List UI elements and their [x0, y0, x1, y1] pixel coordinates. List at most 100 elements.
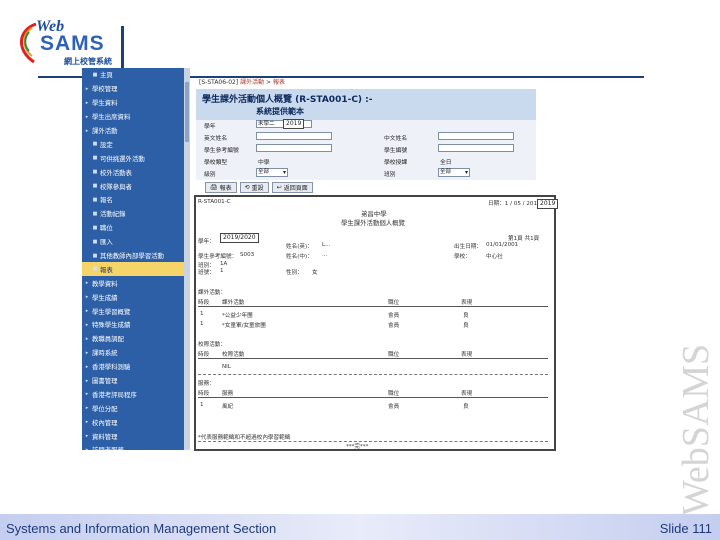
sidebar-item[interactable]: ▸訪問者服務 — [82, 443, 184, 450]
chi-name-input[interactable] — [438, 132, 514, 140]
sec1-row2-performance: 良 — [463, 323, 469, 329]
sidebar-item[interactable]: ▸ 學位分配 — [82, 401, 184, 415]
student-ref-input[interactable] — [256, 144, 332, 152]
sec3-col-period: 時段 — [198, 391, 210, 397]
sec2-col-period: 時段 — [198, 352, 210, 358]
sidebar-item-label: 學位分配 — [92, 404, 118, 413]
sidebar-item-label: 教職員調配 — [92, 335, 124, 344]
sidebar-item[interactable]: ▸ 教學資料 — [82, 276, 184, 290]
sidebar-item-label: 學校管理 — [92, 85, 118, 94]
sidebar-item[interactable]: ■ 校隊參與者 — [82, 179, 184, 193]
sec3-row1-service: 風紀 — [222, 404, 234, 410]
sidebar-item[interactable]: ▸ 特殊學生成績 — [82, 318, 184, 332]
report-footnote: *代表服務範疇和不超過校內學習範疇 — [198, 435, 291, 441]
report-school-name: 弟昌中學 — [361, 210, 387, 218]
sidebar-item-label: 校外活動表 — [100, 168, 132, 177]
sidebar-item[interactable]: ▸ 學生資料 — [82, 96, 184, 110]
year-tag-right: 2019 — [537, 199, 559, 209]
sidebar-item[interactable]: ■ 設定 — [82, 137, 184, 151]
reset-button[interactable]: ⟲ 重設 — [239, 182, 269, 193]
section-interschool-title: 校際活動： — [198, 342, 226, 348]
sidebar-item[interactable]: ▸ 課外活動 — [82, 124, 184, 138]
return-button[interactable]: ↩ 返回頁面 — [271, 182, 313, 193]
breadcrumb-link-activities[interactable]: 課外活動 — [240, 79, 264, 86]
sidebar-item[interactable]: ■ 匯入 — [82, 235, 184, 249]
sec1-col-post: 職位 — [388, 300, 400, 306]
expand-arrow-icon: ▸ — [85, 391, 89, 398]
scrollbar-thumb[interactable] — [185, 82, 189, 142]
sec1-col-activity: 課外活動 — [222, 300, 245, 306]
return-icon: ↩ — [276, 184, 282, 191]
info-label-eng-name: 姓名(英)： — [286, 244, 313, 250]
sidebar-item[interactable]: ■ 活動紀錄 — [82, 207, 184, 221]
sidebar-item[interactable]: ■ 其他教師內部學習活動 — [82, 249, 184, 263]
report-button-label: 報表 — [219, 185, 232, 192]
sidebar-item-label: 學生資料 — [92, 99, 118, 108]
sidebar-item[interactable]: ■ 報名 — [82, 193, 184, 207]
level-select[interactable]: 全部 — [256, 168, 288, 177]
page-subtitle: 系統提供範本 — [256, 107, 304, 116]
eng-name-label: 英文姓名 — [204, 136, 228, 142]
reset-icon: ⟲ — [244, 184, 250, 191]
sidebar-item[interactable]: ■ 職位 — [82, 221, 184, 235]
expand-arrow-icon: ▸ — [85, 377, 89, 384]
sidebar-item[interactable]: ▸ 校內管理 — [82, 415, 184, 429]
sec3-col-service: 服務 — [222, 391, 234, 397]
sidebar-item-label: 設定 — [100, 140, 113, 149]
sidebar-item[interactable]: ▸ 學校管理 — [82, 82, 184, 96]
sidebar-item[interactable]: ▸ 學生出席資料 — [82, 110, 184, 124]
expand-arrow-icon: ▸ — [85, 127, 89, 134]
sidebar-item[interactable]: ▸ 香港學科測驗 — [82, 360, 184, 374]
sec1-row1-performance: 良 — [463, 313, 469, 319]
breadcrumb-link-reports[interactable]: 報表 — [273, 79, 285, 86]
sidebar-item[interactable]: ▸ 教職員調配 — [82, 332, 184, 346]
sec1-row1-activity: *公益少年團 — [222, 313, 253, 319]
sec1-row2-period: 1 — [200, 321, 204, 327]
info-label-classno: 班號： — [198, 270, 215, 276]
bullet-icon: ■ — [92, 183, 98, 190]
breadcrumb-separator: > — [264, 79, 273, 86]
expand-arrow-icon: ▸ — [85, 363, 89, 370]
student-no-input[interactable] — [438, 144, 514, 152]
report-date: 日期：1 / 05 / 201 — [488, 201, 538, 207]
sidebar-item[interactable]: ▸ 學生學習概覽 — [82, 304, 184, 318]
sidebar-item[interactable]: ▸ 香港考評局程序 — [82, 387, 184, 401]
expand-arrow-icon: ▸ — [85, 335, 89, 342]
expand-arrow-icon: ▸ — [85, 433, 89, 440]
sidebar-item[interactable]: ▸ 圖書管理 — [82, 374, 184, 388]
report-button[interactable]: 🖨 報表 — [205, 182, 237, 193]
section-service-title: 服務： — [198, 381, 215, 387]
info-value-eng-name: L... — [322, 242, 331, 248]
sidebar-item[interactable]: ■ 可供挑選外活動 — [82, 151, 184, 165]
sidebar-item[interactable]: ▸ 課時系統 — [82, 346, 184, 360]
sec2-col-activity: 校際活動 — [222, 352, 245, 358]
info-label-chi-name: 姓名(中)： — [286, 254, 313, 260]
sidebar-item[interactable]: ▸ 學生成績 — [82, 290, 184, 304]
bullet-icon: ■ — [92, 238, 98, 245]
sidebar-item[interactable]: ■ 校外活動表 — [82, 165, 184, 179]
report-footer-rule — [198, 441, 548, 442]
sidebar-item-label: 學生成績 — [92, 293, 118, 302]
level-label: 級別 — [204, 172, 216, 178]
sidebar-item-label: 學生出席資料 — [92, 113, 131, 122]
sidebar-scrollbar[interactable] — [184, 68, 190, 450]
sidebar-item[interactable]: ▸ 資料管理 — [82, 429, 184, 443]
info-value-school: 中心社 — [486, 254, 503, 260]
sec3-header-rule — [198, 397, 548, 398]
info-label-dob: 出生日期： — [454, 244, 482, 250]
expand-arrow-icon: ▸ — [85, 308, 89, 315]
expand-arrow-icon: ▸ — [85, 85, 89, 92]
sidebar-item[interactable]: ■ 報表 — [82, 262, 184, 277]
sec3-col-post: 職位 — [388, 391, 400, 397]
sidebar-item-label: 教學資料 — [92, 279, 118, 288]
report-page: 第1頁 共1頁 — [508, 236, 540, 242]
eng-name-input[interactable] — [256, 132, 332, 140]
year-tag-top: 2019 — [283, 119, 305, 129]
sec2-row1-activity: NIL — [222, 364, 231, 370]
class-select[interactable]: 全部 — [438, 168, 470, 177]
sidebar-item-label: 特殊學生成績 — [92, 321, 131, 330]
sidebar-item[interactable]: ■ 主頁 — [82, 68, 184, 82]
main-panel: [S-STA06-02] 課外活動 > 報表 學生課外活動個人概覽 (R-STA… — [191, 68, 543, 198]
bullet-icon: ■ — [92, 196, 98, 203]
info-value-sex: 女 — [312, 270, 318, 276]
